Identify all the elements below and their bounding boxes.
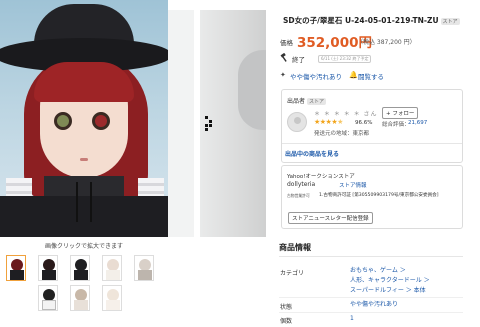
thumbnail[interactable] bbox=[102, 255, 122, 281]
divider bbox=[282, 143, 462, 144]
category-label: カテゴリ bbox=[280, 270, 305, 277]
seller-heading-text: 出品者 bbox=[287, 98, 306, 105]
gallery-next-panel[interactable] bbox=[168, 10, 194, 237]
seller-items-link[interactable]: 出品中の商品を見る bbox=[285, 149, 339, 158]
store-panel: Yahoo!オークションストア dollyteria ストア情報 古物営業許可 … bbox=[281, 165, 463, 229]
next-arrow-glyph bbox=[205, 116, 212, 131]
item-title-text: SD女の子/翠星石 U-24-05-01-219-TN-ZU bbox=[283, 16, 439, 25]
rating-stars-full: ★★★★ bbox=[314, 118, 338, 126]
store-info-link[interactable]: ストア情報 bbox=[339, 181, 367, 189]
newsletter-button[interactable]: ストアニュースレター配信登録 bbox=[288, 212, 373, 224]
condition-value-link[interactable]: やや傷や汚れあり bbox=[350, 300, 398, 310]
photo-bangs bbox=[34, 62, 134, 102]
main-product-photo[interactable] bbox=[0, 0, 168, 237]
category-link[interactable]: おもちゃ、ゲーム ＞ bbox=[350, 266, 406, 276]
license-label: 古物営業許可 bbox=[287, 193, 310, 198]
condition-link[interactable]: やや傷や汚れあり bbox=[290, 71, 342, 81]
item-title: SD女の子/翠星石 U-24-05-01-219-TN-ZU ストア bbox=[283, 15, 460, 26]
rating-star-half: ★ bbox=[337, 118, 343, 126]
follow-button[interactable]: + フォロー bbox=[382, 107, 419, 119]
seller-panel: 出品者 ストア ＊ ＊ ＊ ＊ ＊ さん + フォロー ★★★★★ 96.6% 総… bbox=[281, 89, 463, 163]
divider bbox=[279, 312, 463, 313]
thumbnail[interactable] bbox=[134, 255, 154, 281]
hammer-icon bbox=[280, 52, 289, 64]
thumbnail[interactable] bbox=[70, 255, 90, 281]
shipping-region: 発送元の地域：東京都 bbox=[314, 131, 370, 137]
product-info-title: 商品情報 bbox=[279, 243, 311, 252]
thumbnail[interactable] bbox=[6, 255, 26, 281]
photo-ribbon bbox=[76, 182, 92, 222]
photo-eye-right bbox=[92, 112, 110, 130]
thumbnail[interactable] bbox=[38, 285, 58, 311]
bell-icon: 🔔 bbox=[349, 71, 358, 79]
divider bbox=[279, 256, 463, 257]
user-avatar-icon[interactable] bbox=[287, 112, 307, 132]
rating-label: 総合評価： bbox=[382, 122, 410, 128]
tax-note: （税込 387,200 円） bbox=[357, 39, 416, 46]
zoom-caption: 画像クリックで拡大できます bbox=[45, 243, 124, 250]
seller-heading: 出品者 ストア bbox=[287, 96, 327, 105]
thumbnail[interactable] bbox=[38, 255, 58, 281]
thumbnail[interactable] bbox=[102, 285, 122, 311]
condition-label: 状態 bbox=[280, 304, 293, 311]
quantity-label: 個数 bbox=[280, 318, 293, 325]
store-badge: ストア bbox=[440, 17, 460, 25]
license-value: 1.古物商許可証 [第305509903179号/東京都公安委員会] bbox=[319, 193, 439, 198]
rating-score: 96.6% bbox=[355, 120, 373, 126]
rating-count-link[interactable]: 21,697 bbox=[408, 120, 427, 126]
sparkle-icon: ✦ bbox=[280, 71, 286, 79]
seller-name[interactable]: ＊ ＊ ＊ ＊ ＊ さん bbox=[314, 109, 378, 118]
photo-eye-left bbox=[54, 112, 72, 130]
next-arrow-icon[interactable] bbox=[204, 115, 216, 135]
auction-status: 終了 bbox=[292, 56, 305, 64]
price-label: 価格 bbox=[280, 39, 293, 47]
rating-stars: ★★★★★ bbox=[314, 118, 343, 126]
store-type: Yahoo!オークションストア bbox=[287, 174, 355, 180]
category-link[interactable]: スーパードルフィー ＞ 本体 bbox=[350, 286, 426, 296]
end-date: 6/11 (土) 23:32 終了予定 bbox=[318, 55, 372, 63]
next-photo-silhouette bbox=[238, 50, 266, 130]
thumbnail[interactable] bbox=[70, 285, 90, 311]
seller-store-badge: ストア bbox=[307, 98, 327, 105]
quantity-value: 1 bbox=[350, 315, 354, 322]
watch-link[interactable]: 闘覧する bbox=[358, 71, 384, 81]
photo-mouth bbox=[80, 158, 88, 161]
category-link[interactable]: 人形、キャラクタードール ＞ bbox=[350, 276, 430, 286]
divider bbox=[279, 297, 463, 298]
hammer-glyph bbox=[280, 52, 287, 62]
store-name: dollyteria bbox=[287, 181, 316, 188]
